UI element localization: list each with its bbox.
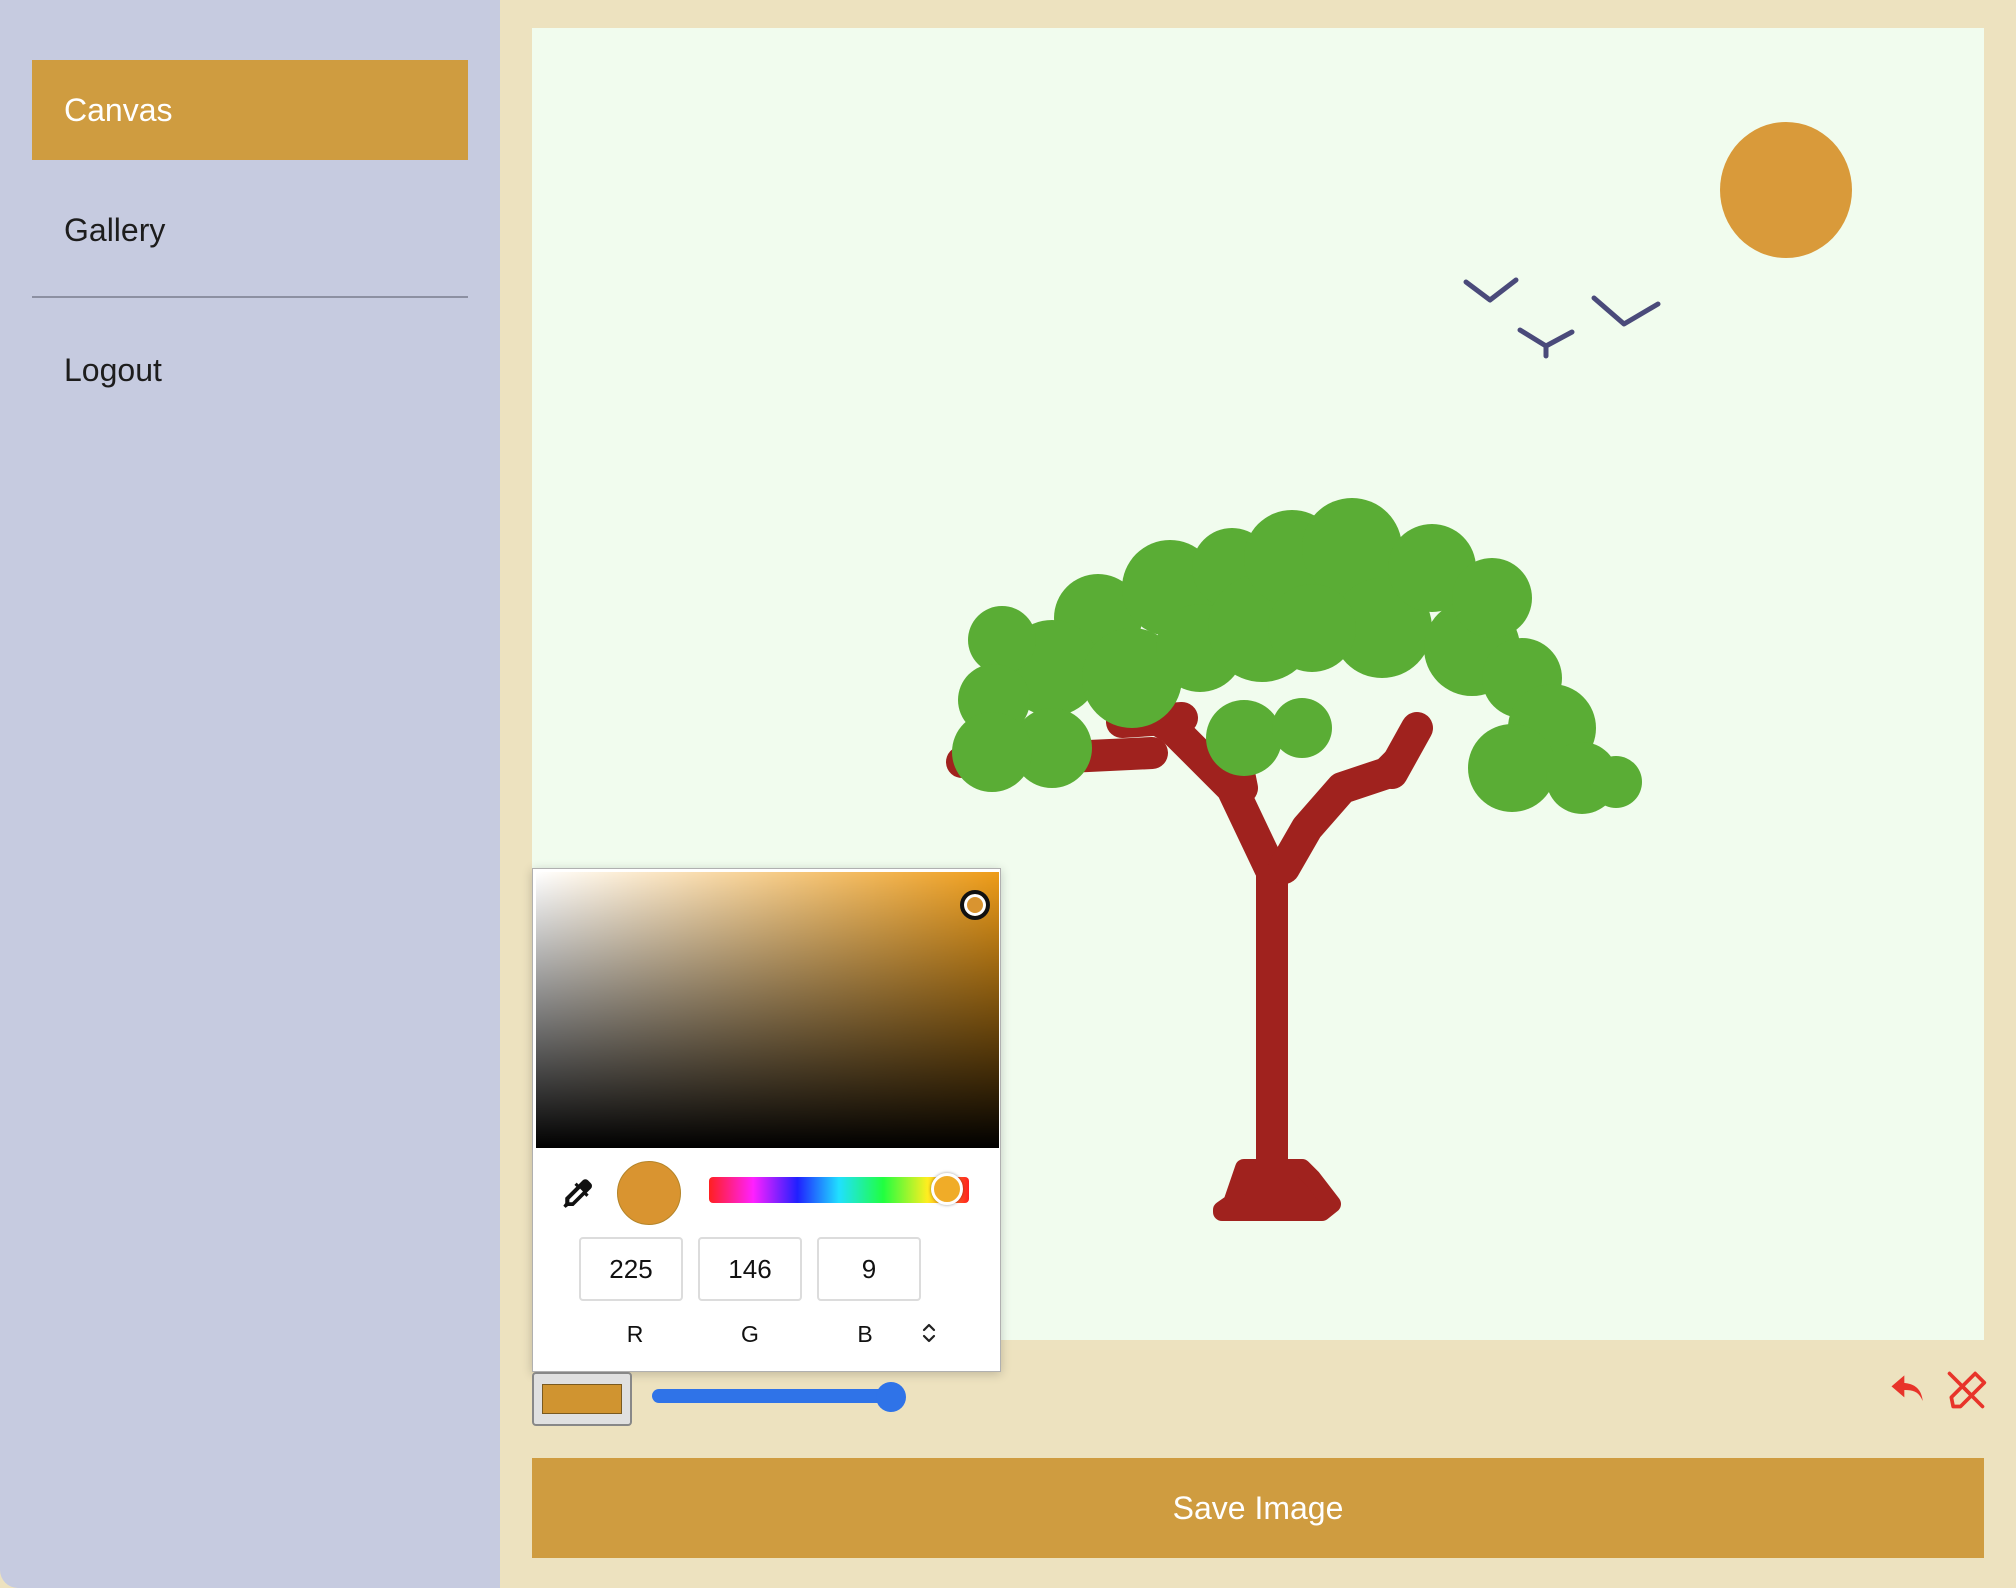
blue-value-input[interactable]: 9 <box>817 1237 921 1301</box>
sidebar-item-label: Logout <box>64 351 162 388</box>
save-image-button[interactable]: Save Image <box>532 1458 1984 1558</box>
brush-size-slider-thumb[interactable] <box>876 1382 906 1412</box>
drawing-birds <box>1463 277 1661 359</box>
blue-label: B <box>857 1321 873 1347</box>
green-label: G <box>741 1321 759 1347</box>
color-swatch-button[interactable] <box>532 1372 632 1426</box>
color-mode-toggle-icon[interactable] <box>917 1319 941 1347</box>
saturation-value-area[interactable] <box>536 872 999 1148</box>
green-value-input[interactable]: 146 <box>698 1237 802 1301</box>
sidebar-item-gallery[interactable]: Gallery <box>32 180 468 280</box>
nav-divider <box>32 296 468 298</box>
clear-canvas-icon[interactable] <box>1944 1368 1988 1412</box>
undo-icon[interactable] <box>1886 1368 1930 1412</box>
eyedropper-icon[interactable] <box>557 1175 595 1213</box>
selected-color-preview <box>617 1161 681 1225</box>
sidebar-item-canvas[interactable]: Canvas <box>32 60 468 160</box>
hue-slider[interactable] <box>709 1177 969 1203</box>
drawing-tree-base <box>1213 1159 1341 1221</box>
red-label: R <box>626 1321 644 1347</box>
drawing-sun <box>1720 122 1852 258</box>
sidebar-item-logout[interactable]: Logout <box>32 320 468 420</box>
red-value-input[interactable]: 225 <box>579 1237 683 1301</box>
brush-size-slider[interactable] <box>652 1389 894 1403</box>
hue-slider-handle[interactable] <box>931 1173 963 1205</box>
sidebar-item-label: Canvas <box>64 91 173 128</box>
drawing-tree-leaves <box>952 498 1642 814</box>
current-color-swatch <box>542 1384 622 1414</box>
sidebar: Canvas Gallery Logout <box>0 0 500 1588</box>
color-picker-popover: 225 146 9 R G B <box>532 868 1001 1372</box>
saturation-handle[interactable] <box>960 890 990 920</box>
sidebar-item-label: Gallery <box>64 211 166 248</box>
save-image-label: Save Image <box>1172 1489 1344 1526</box>
